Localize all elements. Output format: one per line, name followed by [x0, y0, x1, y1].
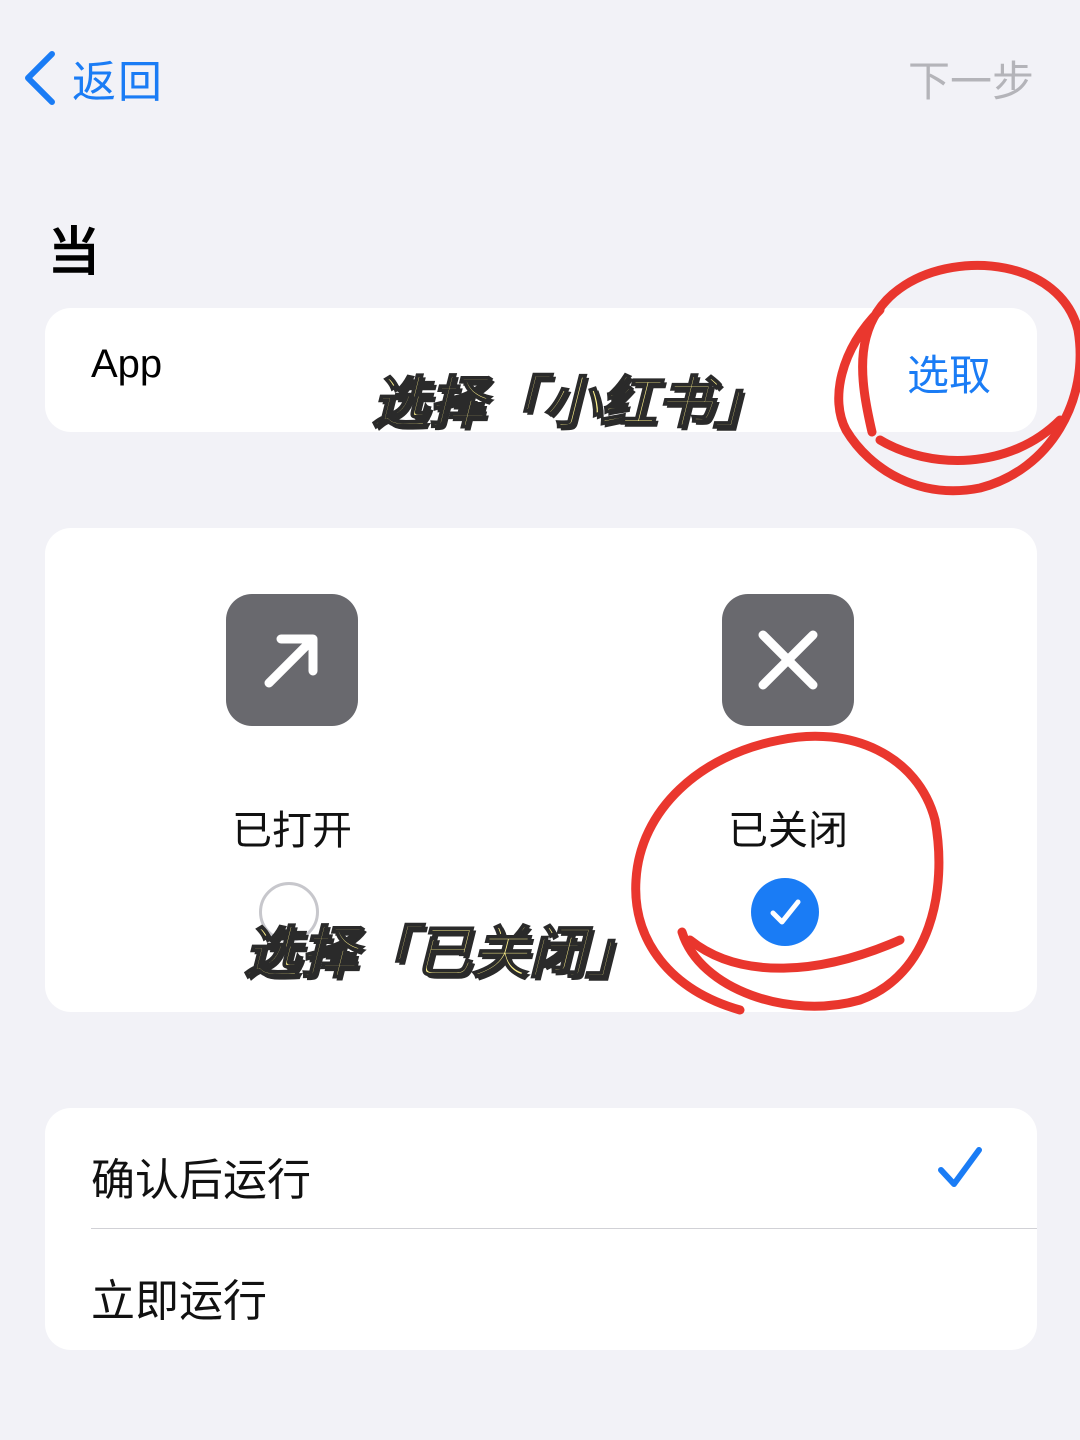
run-option-immediate[interactable]: 立即运行 [45, 1229, 1037, 1349]
annotation-text: 选择「已关闭」 [243, 920, 643, 987]
state-option-closed[interactable]: 已关闭 [722, 594, 854, 946]
state-option-opened[interactable]: 已打开 [226, 594, 358, 942]
back-label: 返回 [72, 57, 164, 108]
state-option-label: 已打开 [232, 808, 352, 854]
run-option-confirm[interactable]: 确认后运行 [45, 1108, 1037, 1229]
checkmark-icon [938, 1147, 982, 1187]
chevron-left-icon [25, 51, 55, 105]
next-button[interactable]: 下一步 [908, 48, 1034, 108]
back-button[interactable]: 返回 [22, 48, 164, 108]
section-title: 当 [48, 223, 101, 283]
checkmark-icon [770, 899, 801, 925]
radio-selected[interactable] [751, 878, 819, 946]
x-icon [722, 594, 854, 726]
run-options-card: 确认后运行 立即运行 [45, 1108, 1037, 1350]
state-option-label: 已关闭 [728, 808, 848, 854]
arrow-up-right-icon [226, 594, 358, 726]
choose-app-button[interactable]: 选取 [907, 342, 991, 403]
app-label: App [91, 342, 163, 386]
run-option-label: 立即运行 [91, 1276, 267, 1327]
annotation-text: 选择「小红书」 [371, 370, 771, 437]
run-option-label: 确认后运行 [91, 1155, 311, 1206]
